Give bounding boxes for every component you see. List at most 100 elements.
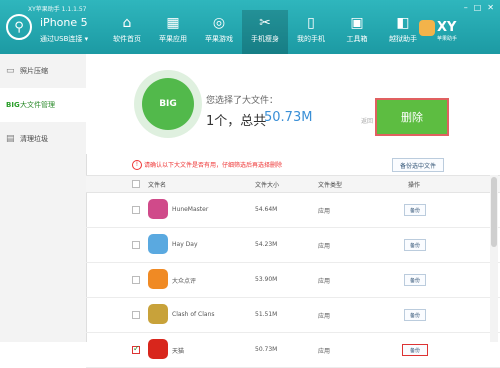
sidebar-item-label: 照片压缩 [20, 67, 48, 75]
header-op: 操作 [408, 182, 421, 189]
jailbreak-icon: ◧ [396, 15, 410, 31]
main-nav: ⌂ 软件首页 ▦ 苹果应用 ◎ 苹果游戏 ✂ 手机瘦身 ▯ 我的手机 ▣ 工具箱… [104, 10, 426, 54]
device-status-label: 通过USB连接 [40, 35, 83, 43]
header-type: 文件类型 [318, 182, 343, 189]
backup-button[interactable]: 备份 [402, 344, 428, 356]
nav-label: 工具箱 [346, 35, 368, 43]
title-bar: XY苹果助手 1.1.1.57 – □ ✕ ⚲ iPhone 5 通过USB连接… [0, 0, 500, 54]
photo-icon: ▭ [6, 66, 15, 76]
nav-item-my-phone[interactable]: ▯ 我的手机 [288, 10, 334, 54]
sidebar-item-label: 大文件管理 [20, 101, 55, 109]
table-row[interactable]: HuneMaster 54.64M 应用 备份 [86, 193, 500, 228]
apps-icon: ▦ [166, 15, 180, 31]
phone-icon: ▯ [307, 15, 315, 31]
warning-bar: ! 请确认以下大文件是否有用，仔细筛选后再选择删除 备份选中文件 [86, 157, 500, 173]
table-row[interactable]: 大众点评 53.90M 应用 备份 [86, 263, 500, 298]
chevron-down-icon: ▾ [84, 35, 89, 43]
app-name: Hay Day [172, 241, 198, 248]
clean-icon: ▤ [6, 134, 15, 144]
row-checkbox[interactable] [132, 311, 140, 319]
file-size: 51.51M [255, 311, 278, 318]
row-checkbox[interactable] [132, 344, 140, 354]
scrollbar[interactable] [490, 175, 498, 342]
home-icon: ⌂ [122, 15, 132, 31]
close-icon[interactable]: ✕ [487, 3, 494, 12]
nav-label: 手机瘦身 [251, 35, 279, 43]
file-type: 应用 [318, 278, 331, 285]
table-row[interactable]: Hay Day 54.23M 应用 备份 [86, 228, 500, 263]
back-link[interactable]: 返回 [361, 116, 373, 125]
backup-button[interactable]: 备份 [404, 239, 426, 251]
nav-item-games[interactable]: ◎ 苹果游戏 [196, 10, 242, 54]
warning-text: 请确认以下大文件是否有用，仔细筛选后再选择删除 [144, 162, 283, 169]
app-name: HuneMaster [172, 206, 209, 213]
sidebar-item-clean-junk[interactable]: ▤ 清理垃圾 [0, 122, 86, 156]
file-size: 50.73M [255, 346, 278, 353]
device-name: iPhone 5 [40, 16, 88, 29]
usb-logo-icon: ⚲ [6, 14, 32, 40]
select-all-checkbox[interactable] [132, 180, 140, 188]
backup-selected-button[interactable]: 备份选中文件 [392, 158, 444, 172]
file-size: 54.64M [255, 206, 278, 213]
nav-label: 软件首页 [113, 35, 141, 43]
nav-item-slim[interactable]: ✂ 手机瘦身 [242, 10, 288, 54]
window-controls: – □ ✕ [464, 3, 494, 12]
nav-item-apps[interactable]: ▦ 苹果应用 [150, 10, 196, 54]
scroll-thumb[interactable] [491, 177, 497, 247]
big-badge: BIG [142, 78, 194, 130]
magnifier-big-icon: BIG [134, 70, 202, 138]
app-name: Clash of Clans [172, 311, 215, 318]
header-size: 文件大小 [255, 182, 280, 189]
brand-logo: XY 苹果助手 [437, 20, 457, 42]
backup-button[interactable]: 备份 [404, 309, 426, 321]
file-type: 应用 [318, 243, 331, 250]
file-table: 文件名 文件大小 文件类型 操作 HuneMaster 54.64M 应用 备份 Hay… [86, 175, 500, 368]
row-checkbox[interactable] [132, 206, 140, 214]
minimize-icon[interactable]: – [464, 3, 468, 12]
app-icon [148, 199, 168, 219]
app-icon [148, 234, 168, 254]
table-row[interactable]: Clash of Clans 51.51M 应用 备份 [86, 298, 500, 333]
app-icon [148, 304, 168, 324]
file-type: 应用 [318, 208, 331, 215]
nav-label: 苹果应用 [159, 35, 187, 43]
gamepad-icon: ◎ [212, 15, 226, 31]
nav-item-home[interactable]: ⌂ 软件首页 [104, 10, 150, 54]
nav-item-toolbox[interactable]: ▣ 工具箱 [334, 10, 380, 54]
backup-button[interactable]: 备份 [404, 274, 426, 286]
app-name: 天猫 [172, 348, 185, 355]
toolbox-icon: ▣ [350, 15, 364, 31]
row-checkbox[interactable] [132, 241, 140, 249]
big-file-summary: BIG 您选择了大文件： 1个，总共 50.73M 返回 删除 [86, 54, 500, 154]
file-size: 53.90M [255, 276, 278, 283]
app-name: 大众点评 [172, 278, 197, 285]
file-type: 应用 [318, 313, 331, 320]
row-checkbox[interactable] [132, 276, 140, 284]
owl-mascot-icon [419, 20, 435, 36]
broom-icon: ✂ [259, 15, 271, 31]
file-type: 应用 [318, 348, 331, 355]
big-icon: BIG [6, 101, 20, 109]
sidebar: ▭ 照片压缩 BIG 大文件管理 ▤ 清理垃圾 [0, 54, 87, 342]
sidebar-item-label: 清理垃圾 [20, 135, 48, 143]
nav-label: 苹果游戏 [205, 35, 233, 43]
sidebar-item-photo-compress[interactable]: ▭ 照片压缩 [0, 54, 86, 88]
nav-label: 越狱助手 [389, 35, 417, 43]
selected-label: 您选择了大文件： [206, 96, 279, 106]
maximize-icon[interactable]: □ [474, 3, 482, 12]
warning-icon: ! [132, 160, 142, 170]
nav-label: 我的手机 [297, 35, 325, 43]
window-title: XY苹果助手 1.1.1.57 [28, 6, 87, 13]
table-row[interactable]: 天猫 50.73M 应用 备份 [86, 333, 500, 368]
sidebar-item-big-files[interactable]: BIG 大文件管理 [0, 88, 86, 122]
file-size: 54.23M [255, 241, 278, 248]
device-status[interactable]: 通过USB连接 ▾ [40, 34, 88, 44]
backup-button[interactable]: 备份 [404, 204, 426, 216]
header-name: 文件名 [148, 182, 167, 189]
app-icon [148, 339, 168, 359]
app-icon [148, 269, 168, 289]
delete-button[interactable]: 删除 [375, 98, 449, 136]
table-header: 文件名 文件大小 文件类型 操作 [86, 175, 500, 193]
brand-name: XY [437, 20, 457, 35]
selected-count: 1个，总共 [206, 114, 267, 129]
